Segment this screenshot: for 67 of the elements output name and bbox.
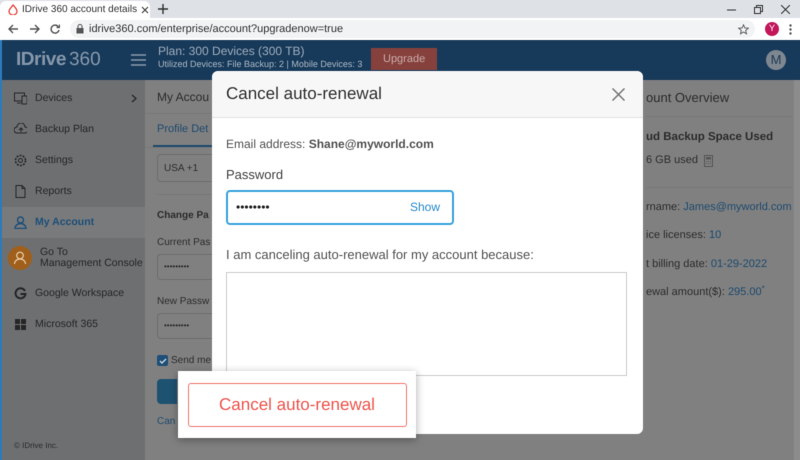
new-tab-icon[interactable] bbox=[158, 4, 168, 14]
field-label: Password bbox=[226, 166, 284, 184]
user-icon bbox=[14, 216, 27, 229]
devices-icon bbox=[14, 92, 27, 105]
show-password-link[interactable]: Show bbox=[410, 198, 440, 216]
sidebar-item[interactable]: Settings bbox=[2, 145, 145, 176]
restore-icon[interactable] bbox=[754, 4, 763, 14]
field-label: ice licenses: bbox=[646, 228, 707, 244]
checkbox-label: Send me bbox=[171, 354, 212, 368]
field-value: 10 bbox=[708, 228, 722, 244]
sidebar-item[interactable]: Microsoft 365 bbox=[2, 309, 145, 340]
document-icon bbox=[14, 185, 27, 198]
dialog-title: Cancel auto-renewal bbox=[226, 83, 383, 106]
user-avatar[interactable]: M bbox=[766, 50, 786, 70]
cancel-renewal-button[interactable]: Cancel auto-renewal bbox=[188, 382, 406, 426]
forward-icon[interactable] bbox=[29, 24, 40, 34]
field-label: rname: bbox=[646, 200, 682, 215]
sidebar-item[interactable]: Devices bbox=[2, 83, 145, 114]
sidebar-item[interactable]: Backup Plan bbox=[2, 114, 145, 145]
close-icon[interactable] bbox=[612, 88, 625, 100]
cloud-upload-icon bbox=[14, 123, 27, 136]
cancel-link[interactable]: Can bbox=[157, 414, 176, 429]
calculator-icon bbox=[704, 154, 713, 166]
overview-title: ount Overview bbox=[646, 89, 730, 108]
windows-icon bbox=[14, 318, 27, 331]
field-value: 295.00$^{*}$ bbox=[728, 284, 765, 300]
password-field[interactable]: •••••••• Show bbox=[226, 190, 454, 224]
browser-tab[interactable]: IDrive 360 account details bbox=[0, 1, 150, 18]
url-text: idrive360.com/enterprise/account?upgradenow=true bbox=[89, 22, 344, 37]
logo-text: IDrive bbox=[16, 48, 66, 72]
section-heading: Change Pa bbox=[157, 209, 210, 223]
upgrade-button[interactable]: Upgrade bbox=[371, 48, 438, 70]
field-value: 01-29-2022 bbox=[710, 256, 768, 272]
menu-icon[interactable] bbox=[131, 54, 146, 66]
more-icon[interactable] bbox=[789, 24, 792, 34]
close-icon[interactable] bbox=[141, 6, 150, 14]
field-label: New Passw bbox=[157, 295, 210, 309]
field-label: Current Pas bbox=[157, 236, 212, 250]
star-icon[interactable] bbox=[738, 24, 749, 34]
email-link[interactable]: James@myworld.com bbox=[683, 198, 792, 216]
chevron-right-icon bbox=[131, 94, 137, 103]
plan-text: Plan: 300 Devices (300 TB) bbox=[158, 44, 306, 59]
checkbox[interactable] bbox=[157, 355, 168, 366]
sidebar-item[interactable]: Go To Management Console bbox=[2, 238, 145, 278]
profile-avatar[interactable]: Y bbox=[765, 22, 779, 36]
lock-icon bbox=[76, 24, 84, 34]
user-avatar-icon bbox=[8, 246, 32, 270]
close-icon[interactable] bbox=[781, 4, 790, 14]
field-label: I am canceling auto-renewal for my account because: bbox=[226, 246, 535, 264]
sidebar-item[interactable]: Google Workspace bbox=[2, 278, 145, 309]
page-title: My Accou bbox=[157, 88, 210, 106]
utilized-devices-text: Utilized Devices: File Backup: 2 | Mobile Devices: 3 bbox=[158, 59, 364, 69]
tab-title: IDrive 360 account details bbox=[22, 3, 138, 17]
back-icon[interactable] bbox=[8, 24, 19, 34]
storage-used-text: 6 GB used bbox=[646, 153, 698, 168]
sidebar-item[interactable]: Reports bbox=[2, 176, 145, 207]
address-bar[interactable]: idrive360.com/enterprise/account?upgradenow=true bbox=[70, 20, 755, 38]
field-label: ewal amount($): bbox=[646, 285, 726, 300]
email-text: Email address: Shane@myworld.com bbox=[226, 136, 435, 153]
field-label: t billing date: bbox=[646, 256, 709, 272]
storage-heading: ud Backup Space Used bbox=[646, 130, 774, 145]
reload-icon[interactable] bbox=[50, 24, 60, 34]
settings-icon bbox=[14, 154, 27, 167]
copyright-text: © IDrive Inc. bbox=[13, 440, 60, 452]
logo-text: 360 bbox=[68, 48, 101, 72]
sidebar-item[interactable]: My Account bbox=[2, 207, 145, 238]
google-icon bbox=[14, 287, 27, 300]
